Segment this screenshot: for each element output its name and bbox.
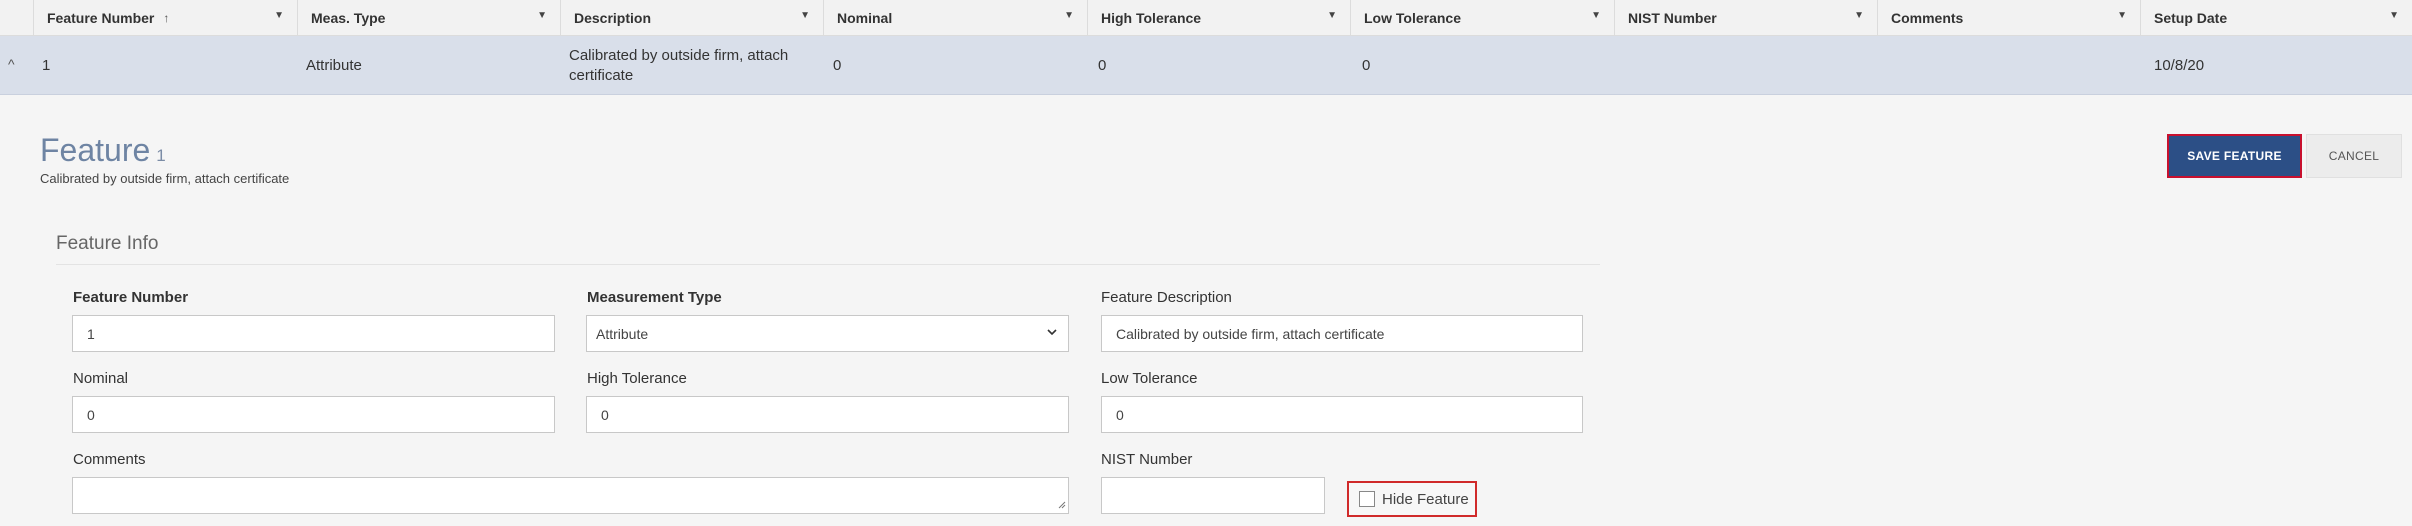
column-header-description[interactable]: Description ▼ xyxy=(560,0,823,36)
cell-high-tolerance: 0 xyxy=(1098,56,1107,74)
feature-description-input[interactable]: Calibrated by outside firm, attach certi… xyxy=(1101,315,1583,352)
low-tolerance-label: Low Tolerance xyxy=(1101,370,1198,387)
sort-ascending-icon[interactable]: ↑ xyxy=(163,11,169,25)
hide-feature-toggle[interactable]: Hide Feature xyxy=(1347,481,1477,517)
column-header-nist-number[interactable]: NIST Number ▼ xyxy=(1614,0,1877,36)
column-header-high-tolerance[interactable]: High Tolerance ▼ xyxy=(1087,0,1350,36)
column-label: Nominal xyxy=(837,10,893,26)
filter-icon[interactable]: ▼ xyxy=(537,10,547,21)
feature-number-label: Feature Number xyxy=(73,289,189,306)
nominal-label: Nominal xyxy=(73,370,129,387)
filter-icon[interactable]: ▼ xyxy=(2117,10,2127,21)
filter-icon[interactable]: ▼ xyxy=(1327,10,1337,21)
cell-meas-type: Attribute xyxy=(306,56,362,74)
cell-feature-number: 1 xyxy=(42,56,51,74)
nist-number-input[interactable] xyxy=(1101,477,1325,514)
cell-setup-date: 10/8/20 xyxy=(2154,56,2205,74)
page-title: Feature 1 xyxy=(40,132,166,169)
section-divider xyxy=(56,264,1600,265)
high-tolerance-label: High Tolerance xyxy=(587,370,687,387)
comments-textarea[interactable] xyxy=(72,477,1069,514)
feature-description-label: Feature Description xyxy=(1101,289,1232,306)
measurement-type-label: Measurement Type xyxy=(587,289,722,306)
column-header-nominal[interactable]: Nominal ▼ xyxy=(823,0,1087,36)
collapse-row-icon[interactable]: ^ xyxy=(8,56,24,74)
save-feature-button[interactable]: SAVE FEATURE xyxy=(2167,134,2302,178)
column-label: NIST Number xyxy=(1628,10,1717,26)
filter-icon[interactable]: ▼ xyxy=(1064,10,1074,21)
cell-nominal: 0 xyxy=(833,56,842,74)
table-row[interactable]: ^ 1 Attribute Calibrated by outside firm… xyxy=(0,36,2412,95)
filter-icon[interactable]: ▼ xyxy=(1591,10,1601,21)
column-header-meas-type[interactable]: Meas. Type ▼ xyxy=(297,0,560,36)
measurement-type-value: Attribute xyxy=(596,325,649,342)
comments-label: Comments xyxy=(73,451,146,468)
feature-number-input[interactable]: 1 xyxy=(72,315,555,352)
column-label: Setup Date xyxy=(2154,10,2228,26)
cell-description-line: certificate xyxy=(569,66,634,84)
column-header-feature-number[interactable]: Feature Number ↑ ▼ xyxy=(33,0,297,36)
filter-icon[interactable]: ▼ xyxy=(1854,10,1864,21)
column-label: High Tolerance xyxy=(1101,10,1202,26)
hide-feature-checkbox[interactable] xyxy=(1359,491,1375,507)
column-label: Description xyxy=(574,10,652,26)
nist-number-label: NIST Number xyxy=(1101,451,1193,468)
cell-low-tolerance: 0 xyxy=(1362,56,1371,74)
measurement-type-select[interactable]: Attribute xyxy=(586,315,1069,352)
grid-header: Feature Number ↑ ▼ Meas. Type ▼ Descript… xyxy=(0,0,2412,36)
cancel-button[interactable]: CANCEL xyxy=(2306,134,2402,178)
hide-feature-label: Hide Feature xyxy=(1382,490,1469,508)
high-tolerance-input[interactable]: 0 xyxy=(586,396,1069,433)
column-label: Comments xyxy=(1891,10,1964,26)
column-label: Feature Number xyxy=(47,10,155,26)
feature-number-badge: 1 xyxy=(156,146,166,165)
cell-description: Calibrated by outside firm, attach certi… xyxy=(569,36,814,95)
cell-description-line: Calibrated by outside firm, attach xyxy=(569,46,789,64)
page-subtitle: Calibrated by outside firm, attach certi… xyxy=(40,171,290,186)
column-label: Meas. Type xyxy=(311,10,386,26)
column-header-comments[interactable]: Comments ▼ xyxy=(1877,0,2140,36)
column-header-low-tolerance[interactable]: Low Tolerance ▼ xyxy=(1350,0,1614,36)
filter-icon[interactable]: ▼ xyxy=(274,10,284,21)
column-header-setup-date[interactable]: Setup Date ▼ xyxy=(2140,0,2412,36)
filter-icon[interactable]: ▼ xyxy=(2389,10,2399,21)
resize-handle-icon[interactable] xyxy=(1057,500,1066,512)
nominal-input[interactable]: 0 xyxy=(72,396,555,433)
section-title: Feature Info xyxy=(56,233,159,254)
page-title-text: Feature xyxy=(40,132,151,168)
filter-icon[interactable]: ▼ xyxy=(800,10,810,21)
low-tolerance-input[interactable]: 0 xyxy=(1101,396,1583,433)
column-label: Low Tolerance xyxy=(1364,10,1461,26)
chevron-down-icon xyxy=(1046,326,1058,341)
